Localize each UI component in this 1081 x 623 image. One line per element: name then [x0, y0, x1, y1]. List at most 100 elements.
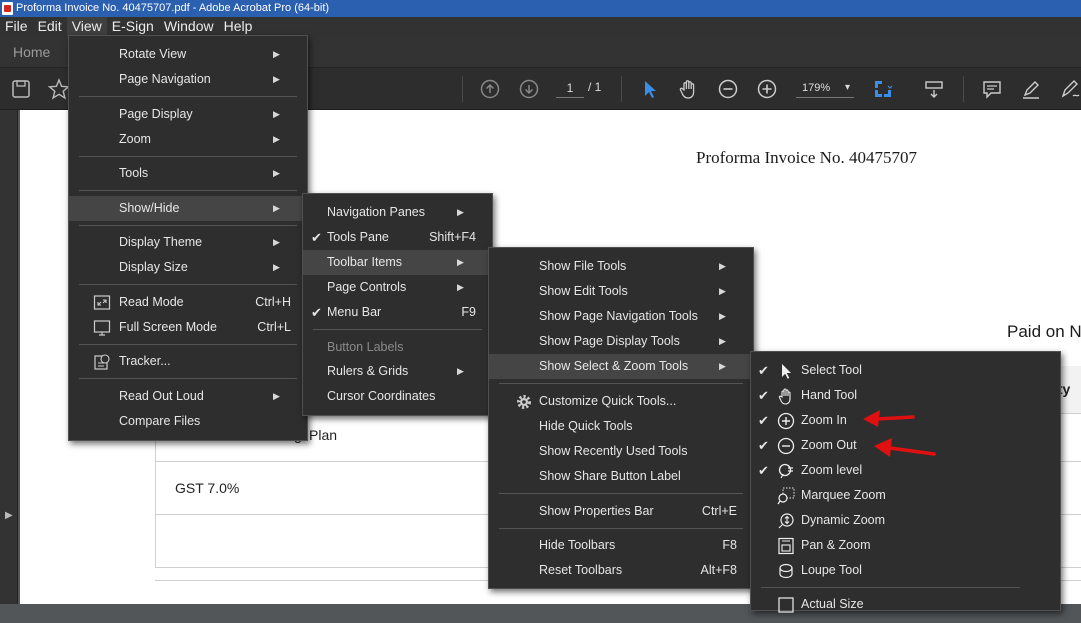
- toolbar-separator: [963, 76, 964, 102]
- actual-size-icon: [777, 596, 795, 614]
- checkmark-icon: ✔: [758, 413, 769, 428]
- zoom-level-dropdown[interactable]: 179%: [796, 78, 854, 98]
- menu-item-pan-zoom[interactable]: Pan & Zoom: [751, 533, 1060, 558]
- menu-item-read-mode[interactable]: Read Mode Ctrl+H: [69, 290, 307, 315]
- menu-window[interactable]: Window: [159, 17, 219, 36]
- menu-item-customize-quick-tools[interactable]: Customize Quick Tools...: [489, 389, 753, 414]
- menu-item-select-tool[interactable]: ✔ Select Tool: [751, 358, 1060, 383]
- checkmark-icon: ✔: [758, 438, 769, 453]
- menu-file[interactable]: File: [0, 17, 33, 36]
- previous-page-icon[interactable]: [479, 78, 501, 100]
- star-icon[interactable]: [47, 78, 71, 100]
- menu-item-toolbar-items[interactable]: Toolbar Items ▶: [303, 250, 492, 275]
- menu-item-dynamic-zoom[interactable]: Dynamic Zoom: [751, 508, 1060, 533]
- menu-item-display-size[interactable]: Display Size ▶: [69, 255, 307, 280]
- select-zoom-tools-submenu: ✔ Select Tool ✔ Hand Tool ✔ Zoom In ✔ Zo…: [750, 351, 1061, 613]
- menu-item-show-file-tools[interactable]: Show File Tools ▶: [489, 254, 753, 279]
- menu-item-page-navigation[interactable]: Page Navigation ▶: [69, 67, 307, 92]
- menu-item-tracker[interactable]: Tracker...: [69, 349, 307, 374]
- menu-item-show-properties-bar[interactable]: Show Properties Bar Ctrl+E: [489, 499, 753, 524]
- zoom-in-icon: [777, 412, 795, 430]
- sign-pen-icon[interactable]: [1059, 78, 1081, 100]
- zoom-in-icon[interactable]: [756, 78, 778, 100]
- menu-item-show-page-navigation-tools[interactable]: Show Page Navigation Tools ▶: [489, 304, 753, 329]
- checkmark-icon: ✔: [758, 463, 769, 478]
- acrobat-app-icon: [2, 2, 13, 15]
- checkmark-icon: ✔: [758, 363, 769, 378]
- gear-icon: [515, 393, 533, 411]
- menu-item-page-display[interactable]: Page Display ▶: [69, 102, 307, 127]
- menu-view[interactable]: View: [66, 17, 107, 36]
- toolbar-separator: [621, 76, 622, 102]
- menu-item-reset-toolbars[interactable]: Reset Toolbars Alt+F8: [489, 558, 753, 583]
- menu-item-show-edit-tools[interactable]: Show Edit Tools ▶: [489, 279, 753, 304]
- menu-item-read-out-loud[interactable]: Read Out Loud ▶: [69, 384, 307, 409]
- next-page-icon[interactable]: [518, 78, 540, 100]
- toolbar-separator: [462, 76, 463, 102]
- page-fit-icon[interactable]: [872, 78, 894, 100]
- save-icon[interactable]: [10, 78, 32, 100]
- select-cursor-icon[interactable]: [639, 78, 661, 100]
- menu-item-button-labels: Button Labels: [327, 340, 404, 354]
- menu-item-cursor-coordinates[interactable]: Cursor Coordinates: [303, 384, 492, 409]
- menu-item-compare-files[interactable]: Compare Files: [69, 409, 307, 434]
- menu-item-hand-tool[interactable]: ✔ Hand Tool: [751, 383, 1060, 408]
- row1-description: Plan: [309, 427, 338, 443]
- menu-item-hide-quick-tools[interactable]: Hide Quick Tools: [489, 414, 753, 439]
- page-total: / 1: [588, 80, 602, 94]
- menu-item-menu-bar[interactable]: ✔ Menu Bar F9: [303, 300, 492, 325]
- menu-item-show-recently-used-tools[interactable]: Show Recently Used Tools: [489, 439, 753, 464]
- menu-item-rotate-view[interactable]: Rotate View ▶: [69, 42, 307, 67]
- menu-esign[interactable]: E-Sign: [107, 17, 159, 36]
- document-title: Proforma Invoice No. 40475707: [696, 148, 917, 167]
- menu-item-marquee-zoom[interactable]: Marquee Zoom: [751, 483, 1060, 508]
- select-cursor-icon: [777, 362, 795, 380]
- menu-item-zoom[interactable]: Zoom ▶: [69, 127, 307, 152]
- menu-item-actual-size[interactable]: Actual Size: [751, 592, 1060, 617]
- toolbar-items-submenu: Show File Tools ▶ Show Edit Tools ▶ Show P…: [488, 247, 754, 589]
- checkmark-icon: ✔: [758, 388, 769, 403]
- zoom-level-icon: [777, 462, 795, 480]
- menu-item-navigation-panes[interactable]: Navigation Panes ▶: [303, 200, 492, 225]
- marquee-zoom-icon: [777, 487, 795, 505]
- expand-panel-icon[interactable]: ▶: [5, 510, 13, 521]
- view-menu: Rotate View ▶ Page Navigation ▶ Page Displ…: [68, 35, 308, 441]
- menu-item-rulers-grids[interactable]: Rulers & Grids ▶: [303, 359, 492, 384]
- hand-tool-icon[interactable]: [678, 78, 700, 100]
- menu-item-tools-pane[interactable]: ✔ Tools Pane Shift+F4: [303, 225, 492, 250]
- menu-item-show-share-button-label[interactable]: Show Share Button Label: [489, 464, 753, 489]
- menu-item-show-hide[interactable]: Show/Hide ▶: [69, 196, 307, 221]
- paid-on-text: Paid on N: [1007, 322, 1081, 341]
- menu-item-display-theme[interactable]: Display Theme ▶: [69, 230, 307, 255]
- menu-item-hide-toolbars[interactable]: Hide Toolbars F8: [489, 533, 753, 558]
- window-title: Proforma Invoice No. 40475707.pdf - Adob…: [16, 2, 330, 14]
- dynamic-zoom-icon: [777, 512, 795, 530]
- menu-edit[interactable]: Edit: [33, 17, 67, 36]
- menu-item-full-screen-mode[interactable]: Full Screen Mode Ctrl+L: [69, 315, 307, 340]
- menu-item-show-select-zoom-tools[interactable]: Show Select & Zoom Tools ▶: [489, 354, 753, 379]
- tracker-icon: [93, 353, 111, 371]
- left-nav-panel: ▶: [0, 110, 18, 604]
- title-bar: Proforma Invoice No. 40475707.pdf - Adob…: [0, 0, 1081, 17]
- menu-help[interactable]: Help: [219, 17, 258, 36]
- menu-item-page-controls[interactable]: Page Controls ▶: [303, 275, 492, 300]
- menu-item-show-page-display-tools[interactable]: Show Page Display Tools ▶: [489, 329, 753, 354]
- menu-bar: File Edit View E-Sign Window Help: [0, 17, 1081, 36]
- checkmark-icon: ✔: [311, 230, 322, 245]
- tab-home[interactable]: Home: [13, 44, 50, 60]
- read-mode-icon: [93, 294, 111, 312]
- hand-tool-icon: [777, 387, 795, 405]
- menu-item-tools[interactable]: Tools ▶: [69, 161, 307, 186]
- full-screen-icon: [93, 319, 111, 337]
- menu-item-loupe-tool[interactable]: Loupe Tool: [751, 558, 1060, 583]
- annotation-arrow-zoom-in: [863, 410, 915, 427]
- checkmark-icon: ✔: [311, 305, 322, 320]
- highlight-pen-icon[interactable]: [1020, 78, 1042, 100]
- page-number-input[interactable]: 1: [556, 78, 584, 98]
- zoom-out-icon: [777, 437, 795, 455]
- comment-icon[interactable]: [981, 78, 1003, 100]
- loupe-icon: [777, 562, 795, 580]
- scroll-mode-icon[interactable]: [923, 78, 945, 100]
- zoom-out-icon[interactable]: [717, 78, 739, 100]
- annotation-arrow-zoom-out: [874, 438, 936, 457]
